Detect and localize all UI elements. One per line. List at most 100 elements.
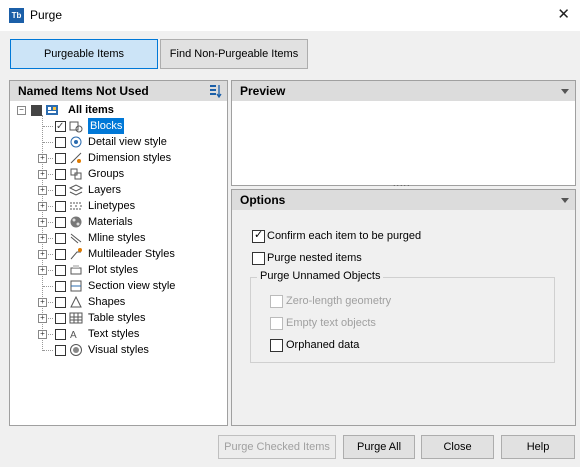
layers-icon (69, 184, 83, 196)
named-items-title: Named Items Not Used (18, 84, 149, 98)
tree-row-mline-styles[interactable]: + Mline styles (10, 230, 227, 246)
confirm-checkbox[interactable] (252, 228, 265, 243)
item-checkbox[interactable] (55, 345, 66, 356)
tree-row-linetypes[interactable]: + Linetypes (10, 198, 227, 214)
item-checkbox[interactable] (55, 169, 66, 180)
expand-icon[interactable]: + (38, 234, 47, 243)
item-checkbox[interactable] (55, 233, 66, 244)
expand-icon[interactable]: + (38, 154, 47, 163)
section-view-icon (70, 280, 82, 292)
tree-row-layers[interactable]: + Layers (10, 182, 227, 198)
help-button[interactable]: Help (501, 435, 575, 459)
tree-row-dimension-styles[interactable]: + Dimension styles (10, 150, 227, 166)
purge-checked-button[interactable]: Purge Checked Items (218, 435, 336, 459)
item-checkbox[interactable] (55, 185, 66, 196)
find-non-purgeable-button[interactable]: Find Non-Purgeable Items (160, 39, 308, 69)
empty-text-checkbox[interactable] (270, 317, 283, 330)
plot-icon (70, 265, 82, 275)
item-checkbox[interactable] (55, 313, 66, 324)
tree-guide (43, 286, 53, 287)
app-icon: Tb (9, 8, 24, 23)
item-label: Linetypes (88, 200, 136, 212)
item-label: Text styles (88, 328, 140, 340)
chevron-down-icon[interactable] (561, 198, 569, 203)
expand-icon[interactable]: + (38, 330, 47, 339)
expand-icon[interactable]: + (38, 250, 47, 259)
item-label: Mline styles (88, 232, 146, 244)
expand-icon[interactable]: + (38, 298, 47, 307)
sort-icon[interactable] (209, 84, 223, 98)
item-checkbox[interactable] (55, 201, 66, 212)
options-panel: Options Confirm each item to be purged P… (231, 189, 576, 426)
item-checkbox[interactable] (55, 329, 66, 340)
tree-row-materials[interactable]: + Materials (10, 214, 227, 230)
purge-all-button[interactable]: Purge All (343, 435, 415, 459)
all-items-label: All items (68, 104, 114, 116)
tree-row-text-styles[interactable]: + A Text styles (10, 326, 227, 342)
groups-icon (70, 168, 82, 180)
chevron-down-icon[interactable] (561, 89, 569, 94)
mline-icon (70, 233, 82, 244)
tree-row-blocks[interactable]: Blocks (10, 118, 227, 135)
tree-guide (43, 350, 53, 351)
root-checkbox[interactable] (31, 105, 42, 116)
expand-icon[interactable]: + (38, 202, 47, 211)
expand-icon[interactable]: + (38, 170, 47, 179)
dimension-icon (70, 152, 82, 164)
item-checkbox[interactable] (55, 249, 66, 260)
tree-row-groups[interactable]: + Groups (10, 166, 227, 182)
item-label: Detail view style (88, 136, 167, 148)
text-icon: A (70, 330, 77, 341)
unnamed-objects-title: Purge Unnamed Objects (257, 270, 384, 282)
item-label: Dimension styles (88, 152, 172, 164)
item-label: Groups (88, 168, 125, 180)
item-label: Shapes (88, 296, 126, 308)
zero-length-checkbox[interactable] (270, 295, 283, 308)
close-button[interactable]: Close (421, 435, 494, 459)
orphaned-data-checkbox[interactable] (270, 339, 283, 352)
tree-guide (43, 142, 53, 143)
tree-row-multileader-styles[interactable]: + Multileader Styles (10, 246, 227, 262)
expand-icon[interactable]: + (38, 314, 47, 323)
item-label: Blocks (88, 118, 125, 134)
close-window-button[interactable]: ✕ (557, 5, 570, 23)
expand-icon[interactable]: + (38, 266, 47, 275)
item-label: Visual styles (88, 344, 149, 356)
item-checkbox[interactable] (55, 119, 66, 135)
title-bar: Tb Purge ✕ (0, 0, 580, 31)
expand-icon[interactable]: + (38, 186, 47, 195)
blocks-icon (69, 121, 83, 133)
item-checkbox[interactable] (55, 265, 66, 276)
tree-row-detail-view-style[interactable]: Detail view style (10, 134, 227, 150)
detail-view-icon (70, 136, 82, 148)
tree-row-plot-styles[interactable]: + Plot styles (10, 262, 227, 278)
tree-row-shapes[interactable]: + Shapes (10, 294, 227, 310)
item-checkbox[interactable] (55, 281, 66, 292)
item-label: Section view style (88, 280, 176, 292)
item-checkbox[interactable] (55, 217, 66, 228)
orphaned-data-label: Orphaned data (286, 339, 360, 351)
preview-header: Preview (232, 81, 575, 101)
shapes-icon (70, 295, 82, 308)
item-checkbox[interactable] (55, 297, 66, 308)
tree-row-visual-styles[interactable]: Visual styles (10, 342, 227, 358)
item-label: Table styles (88, 312, 146, 324)
tree-row-section-view-style[interactable]: Section view style (10, 278, 227, 294)
item-checkbox[interactable] (55, 153, 66, 164)
purgeable-items-button[interactable]: Purgeable Items (10, 39, 158, 69)
purge-nested-checkbox[interactable] (252, 252, 265, 265)
window-title: Purge (30, 8, 63, 22)
empty-text-label: Empty text objects (286, 317, 376, 329)
preview-panel: Preview (231, 80, 576, 186)
items-tree: − All items Blocks Detail view style + Dime… (10, 101, 227, 425)
splitter-handle[interactable]: ..... (393, 178, 411, 188)
linetypes-icon (70, 202, 82, 210)
tree-row-table-styles[interactable]: + Table styles (10, 310, 227, 326)
item-checkbox[interactable] (55, 137, 66, 148)
item-label: Plot styles (88, 264, 139, 276)
collapse-icon[interactable]: − (17, 106, 26, 115)
purge-nested-label: Purge nested items (267, 252, 362, 264)
visual-icon (70, 344, 82, 356)
expand-icon[interactable]: + (38, 218, 47, 227)
options-title: Options (240, 193, 286, 207)
